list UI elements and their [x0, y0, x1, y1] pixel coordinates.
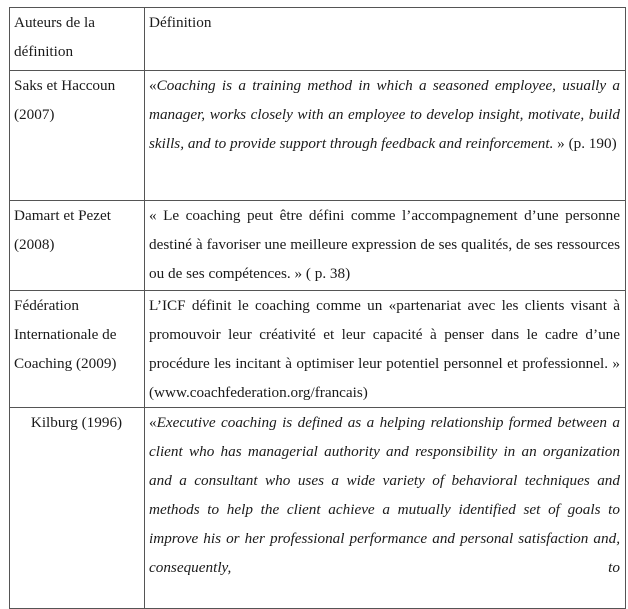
- table-header-row: Auteurs de la définition Définition: [9, 7, 626, 71]
- header-author: Auteurs de la définition: [9, 7, 145, 71]
- row-definition: «Executive coaching is defined as a help…: [144, 407, 626, 609]
- definition-italic: Executive coaching is defined as a helpi…: [149, 414, 620, 576]
- table-row: Fédération Internationale de Coaching (2…: [9, 290, 626, 408]
- header-definition: Définition: [144, 7, 626, 71]
- row-definition: « Le coaching peut être défini comme l’a…: [144, 200, 626, 291]
- row-author: Fédération Internationale de Coaching (2…: [9, 290, 145, 408]
- row-author: Saks et Haccoun (2007): [9, 70, 145, 201]
- row-definition: «Coaching is a training method in which …: [144, 70, 626, 201]
- definitions-table: Auteurs de la définition Définition Saks…: [9, 7, 626, 609]
- row-author: Kilburg (1996): [9, 407, 145, 609]
- quote-mark: «: [149, 77, 157, 94]
- citation: » (p. 190): [553, 135, 617, 152]
- table-row: Damart et Pezet (2008) « Le coaching peu…: [9, 200, 626, 291]
- table-row: Kilburg (1996) «Executive coaching is de…: [9, 407, 626, 609]
- quote-mark: «: [149, 414, 157, 431]
- definition-italic: Coaching is a training method in which a…: [149, 77, 620, 152]
- row-author: Damart et Pezet (2008): [9, 200, 145, 291]
- table-row: Saks et Haccoun (2007) «Coaching is a tr…: [9, 70, 626, 201]
- row-definition: L’ICF définit le coaching comme un «part…: [144, 290, 626, 408]
